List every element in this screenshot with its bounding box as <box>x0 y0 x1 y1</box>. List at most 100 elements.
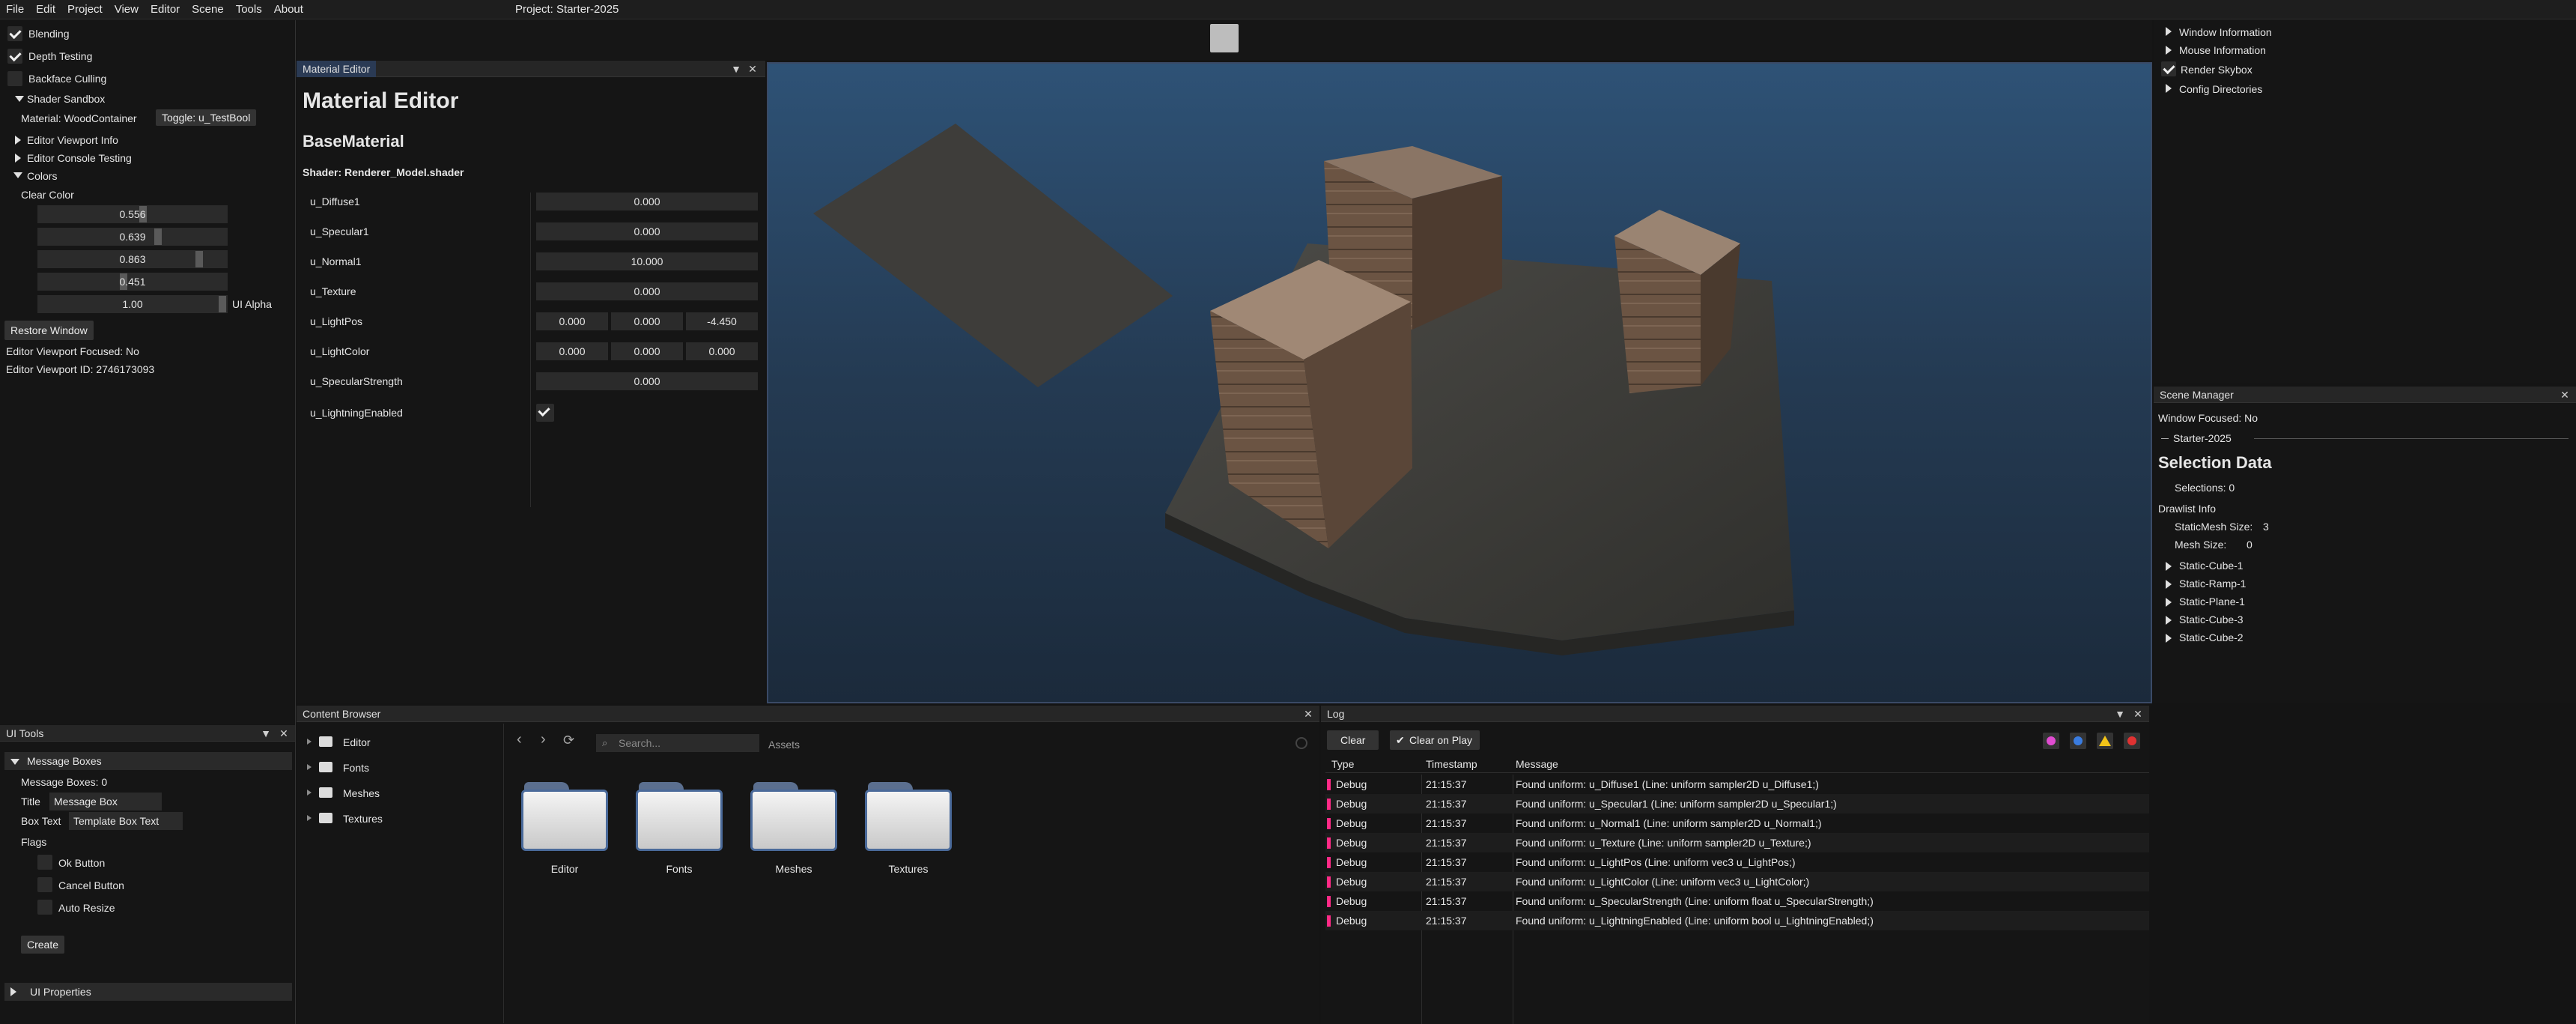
log-row[interactable]: Debug 21:15:37 Found uniform: u_Normal1 (L… <box>1325 814 2149 833</box>
window-information-header[interactable]: Window Information <box>2179 25 2272 39</box>
close-icon[interactable]: ✕ <box>277 727 291 740</box>
mouse-information-expand-icon[interactable] <box>2166 46 2172 55</box>
scene-object-item[interactable]: Static-Plane-1 <box>2179 595 2245 608</box>
scene-object-item[interactable]: Static-Cube-3 <box>2179 613 2244 626</box>
expand-icon[interactable] <box>2166 580 2172 589</box>
expand-icon[interactable] <box>2166 562 2172 571</box>
close-icon[interactable]: ✕ <box>2131 707 2145 721</box>
panel-menu-icon[interactable]: ▼ <box>729 62 743 76</box>
log-row[interactable]: Debug 21:15:37 Found uniform: u_Specular1 … <box>1325 794 2149 814</box>
log-tab[interactable]: Log <box>1321 706 1350 722</box>
clear-color-slider-g[interactable]: 0.639 <box>37 228 228 246</box>
uniform-value-input[interactable]: 0.000 <box>536 372 758 390</box>
menu-edit[interactable]: Edit <box>30 0 61 19</box>
uniform-value-input[interactable]: 0.000 <box>611 312 683 330</box>
material-editor-tab[interactable]: Material Editor <box>297 61 377 77</box>
expand-icon[interactable] <box>307 739 312 745</box>
cancel-button-checkbox[interactable] <box>37 877 52 892</box>
uniform-value-input[interactable]: 0.000 <box>536 282 758 300</box>
uniform-value-input[interactable]: 0.000 <box>611 342 683 360</box>
depth-testing-checkbox[interactable] <box>7 49 22 64</box>
menu-scene[interactable]: Scene <box>186 0 230 19</box>
tree-folder-item[interactable]: Fonts <box>343 761 369 775</box>
ui-properties-expand-icon[interactable] <box>10 987 16 996</box>
log-row[interactable]: Debug 21:15:37 Found uniform: u_Diffuse1 (… <box>1325 775 2149 794</box>
menu-view[interactable]: View <box>109 0 145 19</box>
folder-icon[interactable] <box>865 779 952 851</box>
shader-sandbox-expand-icon[interactable] <box>15 96 24 102</box>
folder-icon[interactable] <box>750 779 837 851</box>
uniform-value-input[interactable]: 0.000 <box>536 342 608 360</box>
console-testing-expand-icon[interactable] <box>15 154 21 163</box>
scene-manager-tab[interactable]: Scene Manager <box>2154 387 2240 403</box>
menu-tools[interactable]: Tools <box>230 0 268 19</box>
breadcrumb[interactable]: Assets <box>768 738 800 751</box>
window-information-expand-icon[interactable] <box>2166 27 2172 36</box>
filter-warning-button[interactable] <box>2097 733 2113 749</box>
header-type[interactable]: Type <box>1331 757 1354 771</box>
ok-button-checkbox[interactable] <box>37 855 52 870</box>
ui-alpha-slider[interactable]: 1.00 <box>37 295 228 313</box>
scene-object-item[interactable]: Static-Cube-1 <box>2179 559 2244 572</box>
console-testing-header[interactable]: Editor Console Testing <box>27 151 132 165</box>
tree-folder-item[interactable]: Meshes <box>343 787 380 800</box>
settings-icon[interactable] <box>1295 737 1307 749</box>
config-directories-header[interactable]: Config Directories <box>2179 82 2262 96</box>
folder-label[interactable]: Textures <box>856 863 961 875</box>
close-icon[interactable]: ✕ <box>2558 388 2572 402</box>
back-arrow-icon[interactable]: ‹ <box>517 731 522 748</box>
uniform-value-input[interactable]: 0.000 <box>536 193 758 210</box>
log-row[interactable]: Debug 21:15:37 Found uniform: u_LightPos (… <box>1325 852 2149 872</box>
play-button[interactable] <box>1210 24 1239 52</box>
backface-culling-checkbox[interactable] <box>7 71 22 86</box>
panel-menu-icon[interactable]: ▼ <box>259 727 273 740</box>
shader-sandbox-header[interactable]: Shader Sandbox <box>27 92 105 106</box>
tree-folder-item[interactable]: Textures <box>343 812 383 825</box>
expand-icon[interactable] <box>2166 634 2172 643</box>
blending-checkbox[interactable] <box>7 26 22 41</box>
content-browser-divider[interactable] <box>503 724 504 1023</box>
title-input[interactable]: Message Box <box>49 793 162 811</box>
create-button[interactable]: Create <box>21 936 65 954</box>
log-row[interactable]: Debug 21:15:37 Found uniform: u_Texture (L… <box>1325 833 2149 852</box>
search-input[interactable]: ⌕ Search... <box>596 734 759 752</box>
folder-icon[interactable] <box>636 779 723 851</box>
auto-resize-checkbox[interactable] <box>37 900 52 915</box>
colors-header[interactable]: Colors <box>27 169 57 183</box>
left-divider[interactable] <box>295 20 296 1024</box>
viewport-info-header[interactable]: Editor Viewport Info <box>27 133 118 147</box>
message-boxes-expand-icon[interactable] <box>10 759 19 765</box>
panel-menu-icon[interactable]: ▼ <box>2113 707 2127 721</box>
header-timestamp[interactable]: Timestamp <box>1426 757 1477 771</box>
close-icon[interactable]: ✕ <box>1301 707 1315 721</box>
forward-arrow-icon[interactable]: › <box>541 731 546 748</box>
filter-error-button[interactable] <box>2124 733 2140 749</box>
filter-info-button[interactable] <box>2070 733 2086 749</box>
box-text-input[interactable]: Template Box Text <box>69 812 183 830</box>
expand-icon[interactable] <box>307 790 312 796</box>
restore-window-button[interactable]: Restore Window <box>4 321 94 340</box>
scene-object-item[interactable]: Static-Ramp-1 <box>2179 577 2246 590</box>
close-icon[interactable]: ✕ <box>746 62 759 76</box>
tree-folder-item[interactable]: Editor <box>343 736 371 749</box>
uniform-value-input[interactable]: 0.000 <box>536 222 758 240</box>
clear-on-play-toggle[interactable]: ✔ Clear on Play <box>1390 730 1480 750</box>
mouse-information-header[interactable]: Mouse Information <box>2179 43 2266 57</box>
clear-color-slider-r[interactable]: 0.556 <box>37 205 228 223</box>
folder-icon[interactable] <box>521 779 608 851</box>
refresh-icon[interactable]: ⟳ <box>563 733 574 748</box>
scene-object-item[interactable]: Static-Cube-2 <box>2179 631 2244 644</box>
uniform-value-input[interactable]: -4.450 <box>686 312 758 330</box>
menu-about[interactable]: About <box>268 0 309 19</box>
message-boxes-header[interactable]: Message Boxes <box>27 754 102 768</box>
ui-properties-header[interactable]: UI Properties <box>30 985 91 999</box>
folder-label[interactable]: Editor <box>512 863 617 875</box>
log-row[interactable]: Debug 21:15:37 Found uniform: u_LightColor… <box>1325 872 2149 891</box>
scene-viewport[interactable] <box>767 62 2152 703</box>
viewport-info-expand-icon[interactable] <box>15 136 21 145</box>
menu-editor[interactable]: Editor <box>145 0 186 19</box>
colors-expand-icon[interactable] <box>13 172 22 178</box>
uniform-value-input[interactable]: 0.000 <box>536 312 608 330</box>
expand-icon[interactable] <box>307 764 312 770</box>
expand-icon[interactable] <box>307 815 312 821</box>
